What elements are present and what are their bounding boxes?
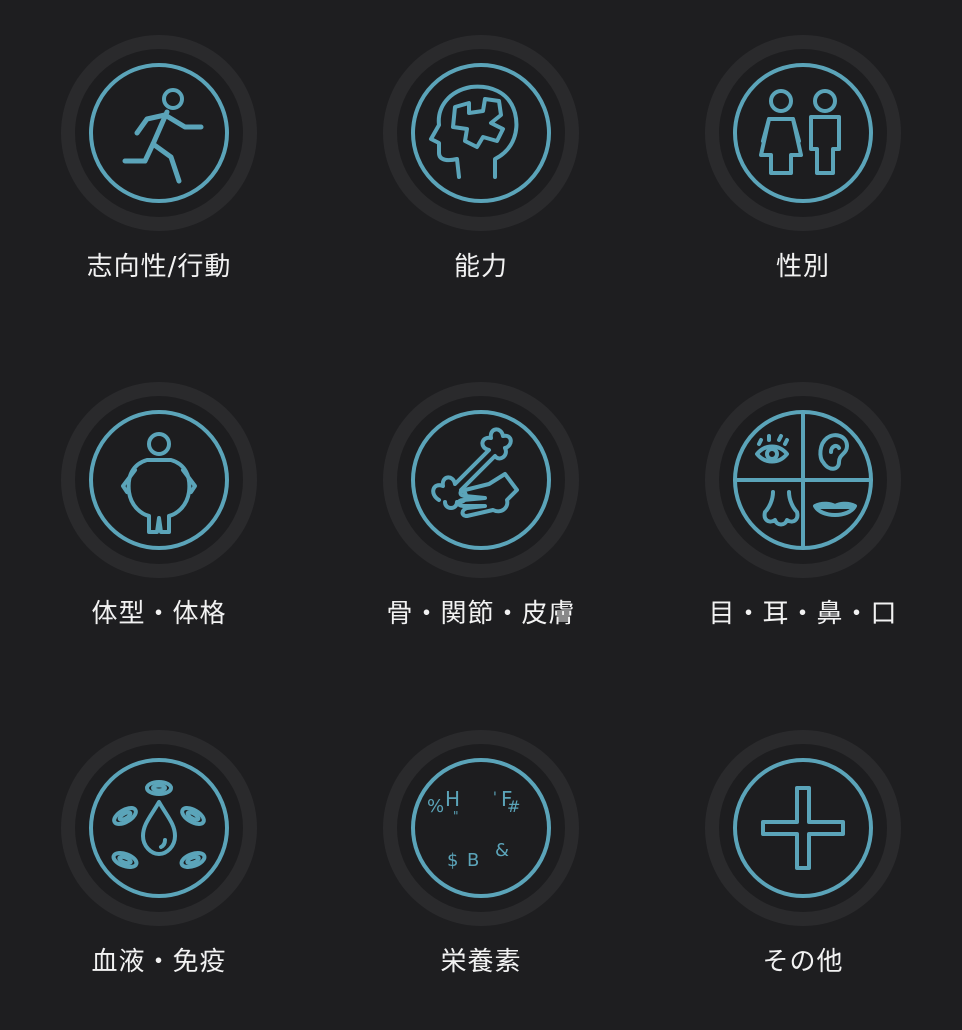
icon-disc xyxy=(705,382,901,578)
category-label: 栄養素 xyxy=(440,947,522,977)
eye-ear-nose-mouth-icon xyxy=(719,396,887,564)
blood-drop-icon xyxy=(75,744,243,912)
nutrient-glyph: ' xyxy=(493,790,497,806)
category-gender[interactable]: 性別 xyxy=(661,35,941,335)
category-behavior[interactable]: 志向性/行動 xyxy=(17,35,297,335)
plus-icon xyxy=(719,744,887,912)
category-label: 体型・体格 xyxy=(91,599,227,629)
nutrient-glyph: $ xyxy=(447,850,458,871)
bone-hand-icon xyxy=(397,396,565,564)
category-ability[interactable]: 能力 xyxy=(339,35,619,335)
body-shape-icon xyxy=(75,396,243,564)
brain-head-icon xyxy=(397,49,565,217)
category-label: その他 xyxy=(762,947,844,977)
icon-disc xyxy=(61,382,257,578)
category-label: 能力 xyxy=(453,252,508,282)
nutrient-glyph: # xyxy=(507,797,520,816)
icon-disc xyxy=(61,730,257,926)
nutrient-glyph: B xyxy=(467,850,479,871)
category-label: 骨・関節・皮膚 xyxy=(386,599,576,629)
category-other[interactable]: その他 xyxy=(661,730,941,1030)
male-female-icon xyxy=(719,49,887,217)
category-body-type[interactable]: 体型・体格 xyxy=(17,382,297,682)
icon-disc xyxy=(61,35,257,231)
nutrient-glyph: H xyxy=(445,787,460,811)
category-label: 志向性/行動 xyxy=(86,252,232,282)
nutrient-symbols-icon: % H " ' F # $ B & xyxy=(397,744,565,912)
icon-disc xyxy=(383,35,579,231)
category-label: 目・耳・鼻・口 xyxy=(708,599,898,629)
category-eye-ear-nose-mouth[interactable]: 目・耳・鼻・口 xyxy=(661,382,941,682)
icon-disc xyxy=(705,730,901,926)
nutrient-glyph: " xyxy=(453,809,459,823)
icon-disc xyxy=(383,382,579,578)
category-nutrients[interactable]: % H " ' F # $ B & 栄養素 xyxy=(339,730,619,1030)
nutrient-glyph: & xyxy=(495,840,509,861)
category-label: 性別 xyxy=(775,252,830,282)
category-grid: 志向性/行動 能力 性別 体型・体格 骨・関節・皮膚 目・耳・鼻・口 血液・免疫… xyxy=(0,0,962,1024)
category-blood-immunity[interactable]: 血液・免疫 xyxy=(17,730,297,1030)
category-bone-joint-skin[interactable]: 骨・関節・皮膚 xyxy=(339,382,619,682)
nutrient-glyph: % xyxy=(427,796,444,817)
icon-disc xyxy=(705,35,901,231)
category-label: 血液・免疫 xyxy=(91,947,227,977)
icon-disc: % H " ' F # $ B & xyxy=(383,730,579,926)
running-person-icon xyxy=(75,49,243,217)
